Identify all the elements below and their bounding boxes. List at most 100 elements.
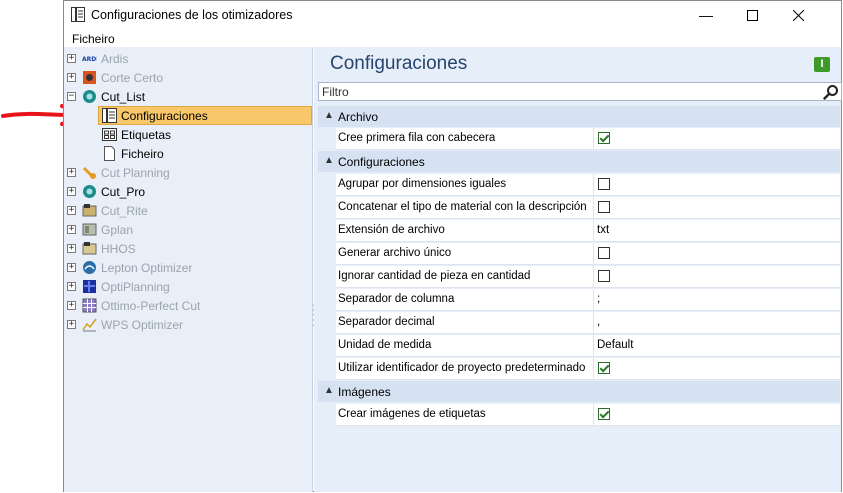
- expand-icon[interactable]: +: [67, 301, 76, 310]
- property-row[interactable]: Unidad de medida Default: [336, 335, 840, 357]
- maximize-button[interactable]: [729, 1, 775, 29]
- checkbox[interactable]: [598, 270, 610, 282]
- minimize-icon: —: [699, 7, 713, 23]
- collapse-arrow-icon[interactable]: ▲: [324, 385, 334, 396]
- cut-pro-globe-icon: [83, 185, 96, 198]
- search-icon[interactable]: [823, 84, 839, 100]
- app-window: Configuraciones de los otimizadores — Fi…: [63, 0, 842, 492]
- collapse-icon[interactable]: −: [67, 92, 76, 101]
- property-value[interactable]: [593, 404, 841, 425]
- expand-icon[interactable]: +: [67, 244, 76, 253]
- tree-item-label: OptiPlanning: [101, 280, 170, 294]
- cut-list-globe-icon: [83, 90, 96, 103]
- property-row[interactable]: Ignorar cantidad de pieza en cantidad: [336, 266, 840, 288]
- labels-icon: [102, 128, 117, 141]
- property-row[interactable]: Agrupar por dimensiones iguales: [336, 174, 840, 196]
- minimize-button[interactable]: —: [683, 1, 729, 29]
- checkbox-checked[interactable]: [598, 408, 610, 420]
- collapse-arrow-icon[interactable]: ▲: [324, 110, 334, 121]
- property-label: Separador de columna: [338, 293, 455, 305]
- gplan-icon: [82, 223, 97, 236]
- tree-item-cut-planning[interactable]: + Cut Planning: [64, 163, 312, 182]
- property-row[interactable]: Separador de columna ;: [336, 289, 840, 311]
- property-row[interactable]: Utilizar identificador de proyecto prede…: [336, 358, 840, 380]
- category-configuraciones[interactable]: ▲ Configuraciones: [318, 151, 840, 172]
- tree-item-ficheiro[interactable]: Ficheiro: [64, 144, 312, 163]
- property-value[interactable]: [593, 174, 841, 195]
- tree-item-corte-certo[interactable]: + Corte Certo: [64, 68, 312, 87]
- expand-icon[interactable]: +: [67, 282, 76, 291]
- property-row[interactable]: Concatenar el tipo de material con la de…: [336, 197, 840, 219]
- category-imagenes[interactable]: ▲ Imágenes: [318, 381, 840, 402]
- property-value[interactable]: [593, 266, 841, 287]
- property-label: Agrupar por dimensiones iguales: [338, 178, 507, 190]
- tree-item-optiplanning[interactable]: + OptiPlanning: [64, 277, 312, 296]
- property-value[interactable]: Default: [593, 335, 841, 356]
- cut-rite-icon: [82, 204, 97, 217]
- close-button[interactable]: [775, 1, 821, 29]
- expand-icon[interactable]: +: [67, 225, 76, 234]
- property-row[interactable]: Crear imágenes de etiquetas: [336, 404, 840, 426]
- property-label: Unidad de medida: [338, 339, 432, 351]
- app-settings-icon: [71, 7, 85, 22]
- property-value[interactable]: [593, 358, 841, 379]
- property-value[interactable]: [593, 243, 841, 264]
- property-row[interactable]: Cree primera fila con cabecera: [336, 128, 840, 150]
- tree-item-lepton-optimizer[interactable]: + Lepton Optimizer: [64, 258, 312, 277]
- expand-icon[interactable]: +: [67, 168, 76, 177]
- value-text: Default: [597, 339, 634, 351]
- tree-item-label: Cut_Pro: [101, 185, 146, 199]
- property-label: Cree primera fila con cabecera: [338, 132, 496, 144]
- checkbox-checked[interactable]: [598, 362, 610, 374]
- tree-item-cut-pro[interactable]: + Cut_Pro: [64, 182, 312, 201]
- property-label: Extensión de archivo: [338, 224, 445, 236]
- lepton-icon: [83, 261, 96, 274]
- category-label: Imágenes: [338, 385, 391, 399]
- tree-item-gplan[interactable]: + Gplan: [64, 220, 312, 239]
- expand-icon[interactable]: +: [67, 187, 76, 196]
- tree-item-cut-rite[interactable]: + Cut_Rite: [64, 201, 312, 220]
- property-label: Generar archivo único: [338, 247, 452, 259]
- expand-icon[interactable]: +: [67, 263, 76, 272]
- tree-item-cut-list[interactable]: − Cut_List: [64, 87, 312, 106]
- expand-icon[interactable]: +: [67, 206, 76, 215]
- tree-item-ottimo-perfect-cut[interactable]: + Ottimo-Perfect Cut: [64, 296, 312, 315]
- tree-item-label: Lepton Optimizer: [101, 261, 193, 275]
- document-icon: [104, 146, 115, 161]
- tree-item-hhos[interactable]: + HHOS: [64, 239, 312, 258]
- checkbox[interactable]: [598, 178, 610, 190]
- property-value[interactable]: ;: [593, 289, 841, 310]
- filter-input[interactable]: Filtro: [318, 82, 842, 101]
- tree-item-label: Ardis: [101, 52, 129, 66]
- property-value[interactable]: [593, 128, 841, 149]
- optiplanning-icon: [83, 280, 96, 293]
- tree-item-etiquetas[interactable]: Etiquetas: [64, 125, 312, 144]
- property-label: Concatenar el tipo de material con la de…: [338, 201, 587, 213]
- property-value[interactable]: ,: [593, 312, 841, 333]
- menu-file[interactable]: Ficheiro: [72, 32, 115, 46]
- property-value[interactable]: txt: [593, 220, 841, 241]
- tree-item-configuraciones[interactable]: Configuraciones: [64, 106, 312, 125]
- tree-item-label: Corte Certo: [101, 71, 164, 85]
- value-text: ,: [597, 316, 601, 328]
- settings-panel: Configuraciones I Filtro ▲ Archivo Cree …: [314, 47, 842, 492]
- checkbox[interactable]: [598, 247, 610, 259]
- checkbox[interactable]: [598, 201, 610, 213]
- wps-chart-icon: [82, 318, 97, 332]
- close-icon: [792, 9, 804, 21]
- tree-item-wps-optimizer[interactable]: + WPS Optimizer: [64, 315, 312, 334]
- expand-icon[interactable]: +: [67, 320, 76, 329]
- collapse-arrow-icon[interactable]: ▲: [324, 155, 334, 166]
- expand-icon[interactable]: +: [67, 73, 76, 82]
- category-archivo[interactable]: ▲ Archivo: [318, 106, 840, 127]
- property-row[interactable]: Generar archivo único: [336, 243, 840, 265]
- property-value[interactable]: [593, 197, 841, 218]
- property-row[interactable]: Extensión de archivo txt: [336, 220, 840, 242]
- expand-icon[interactable]: +: [67, 54, 76, 63]
- property-row[interactable]: Separador decimal ,: [336, 312, 840, 334]
- tree-item-ardis[interactable]: + ARDIS Ardis: [64, 49, 312, 68]
- tree-item-label: Etiquetas: [121, 128, 172, 142]
- tree-item-label: WPS Optimizer: [101, 318, 184, 332]
- checkbox-checked[interactable]: [598, 132, 610, 144]
- info-button[interactable]: I: [814, 57, 830, 72]
